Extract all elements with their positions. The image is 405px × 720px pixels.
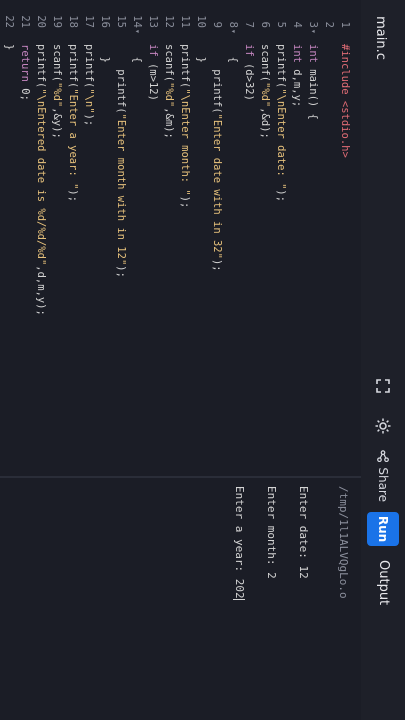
line-number: 20: [35, 15, 47, 28]
code-line[interactable]: 14 ▾ {: [129, 0, 145, 470]
code-line[interactable]: 3 ▾ int main() {: [305, 0, 321, 470]
code-line[interactable]: 15 printf("Enter month with in 12");: [113, 0, 129, 470]
line-number: 19: [51, 15, 63, 28]
code-editor[interactable]: 1 #include <stdio.h> 2 3 ▾ int main() {4 int d…: [0, 0, 361, 476]
line-number: 13: [147, 15, 159, 28]
code-text: if (m>12): [147, 44, 159, 101]
line-number: 7: [243, 21, 255, 28]
output-path: /tmp/1l1ALVQgLo.o: [337, 486, 350, 599]
code-text: {: [227, 44, 239, 63]
text-cursor: [233, 598, 245, 600]
tab-bar: main.c Share Run Output: [359, 0, 405, 720]
code-text: scanf("%d",&y);: [51, 44, 63, 139]
code-text: printf("\n");: [83, 44, 95, 127]
output-line: Enter date: 12: [297, 486, 310, 579]
code-text: }: [3, 44, 15, 51]
line-number: 12: [163, 15, 175, 28]
line-number: 15: [115, 15, 127, 28]
code-text: }: [99, 44, 111, 63]
line-number: 10: [195, 15, 207, 28]
code-text: scanf("%d",&m);: [163, 44, 175, 139]
line-number: 22: [3, 15, 15, 28]
code-line[interactable]: 6 scanf("%d",&d);: [257, 0, 273, 470]
fold-chevron-icon[interactable]: ▾: [225, 29, 241, 37]
line-number: 21: [19, 15, 31, 28]
code-line[interactable]: 17 printf("\n");: [81, 0, 97, 470]
code-line[interactable]: 16 }: [97, 0, 113, 470]
tab-main-c[interactable]: main.c: [359, 8, 399, 68]
code-line[interactable]: 12 scanf("%d",&m);: [161, 0, 177, 470]
code-line[interactable]: 4 int d,m,y;: [289, 0, 305, 470]
code-text: int main() {: [307, 44, 319, 120]
code-text: if (d>32): [243, 44, 255, 101]
output-line: Enter month: 2: [265, 486, 278, 579]
code-text: printf("Enter date with in 32");: [211, 44, 223, 272]
line-number: 18: [67, 15, 79, 28]
code-line[interactable]: 9 printf("Enter date with in 32");: [209, 0, 225, 470]
fullscreen-icon: [376, 379, 390, 393]
code-line[interactable]: 10 }: [193, 0, 209, 470]
line-number: 9: [211, 21, 223, 28]
share-button[interactable]: Share: [367, 450, 399, 502]
line-number: 2: [323, 21, 335, 28]
code-line[interactable]: 5 printf("\nEnter date: ");: [273, 0, 289, 470]
code-text: printf("\nEnter month: ");: [179, 44, 191, 209]
share-icon: [377, 450, 389, 463]
line-number: 17: [83, 15, 95, 28]
code-text: printf("\nEnter date: ");: [275, 44, 287, 203]
code-line[interactable]: 8 ▾ {: [225, 0, 241, 470]
fullscreen-button[interactable]: [367, 372, 399, 400]
line-number: 5: [275, 21, 287, 28]
line-number: 8: [227, 21, 239, 28]
share-label: Share: [376, 467, 390, 502]
code-line[interactable]: 7 if (d>32): [241, 0, 257, 470]
code-line[interactable]: 20 printf("\nEntered date is %d/%d/%d",d,…: [33, 0, 49, 470]
line-number: 6: [259, 21, 271, 28]
code-line[interactable]: 11 printf("\nEnter month: ");: [177, 0, 193, 470]
code-line[interactable]: 13 if (m>12): [145, 0, 161, 470]
theme-toggle-button[interactable]: [367, 412, 399, 440]
line-number: 3: [307, 21, 319, 28]
code-text: int d,m,y;: [291, 44, 303, 108]
code-line[interactable]: 18 printf("Enter a year: ");: [65, 0, 81, 470]
line-number: 1: [339, 21, 351, 28]
run-button[interactable]: Run: [367, 512, 399, 546]
code-text: printf("\nEntered date is %d/%d/%d",d,m,…: [35, 44, 47, 316]
fold-chevron-icon[interactable]: ▾: [129, 29, 145, 37]
line-number: 16: [99, 15, 111, 28]
line-number: 14: [131, 15, 143, 28]
sun-icon: [375, 418, 391, 434]
code-text: printf("Enter month with in 12");: [115, 44, 127, 278]
line-number: 4: [291, 21, 303, 28]
fold-chevron-icon[interactable]: ▾: [305, 29, 321, 37]
code-line[interactable]: 2: [321, 0, 337, 470]
code-line[interactable]: 19 scanf("%d",&y);: [49, 0, 65, 470]
output-line: Enter a year: 202: [233, 486, 246, 600]
output-title: Output: [376, 560, 391, 606]
code-text: scanf("%d",&d);: [259, 44, 271, 139]
ide-window: main.c Share Run Output 1 #include <stdi…: [0, 0, 405, 720]
code-text: #include <stdio.h>: [339, 44, 351, 158]
output-panel: /tmp/1l1ALVQgLo.o Enter date: 12 Enter mo…: [0, 478, 361, 720]
code-text: printf("Enter a year: ");: [67, 44, 79, 203]
code-line[interactable]: 22}: [1, 0, 17, 470]
code-text: {: [131, 44, 143, 63]
code-line[interactable]: 1 #include <stdio.h>: [337, 0, 353, 470]
line-number: 11: [179, 15, 191, 28]
code-text: return 0;: [19, 44, 31, 101]
code-line[interactable]: 21 return 0;: [17, 0, 33, 470]
code-text: }: [195, 44, 207, 63]
